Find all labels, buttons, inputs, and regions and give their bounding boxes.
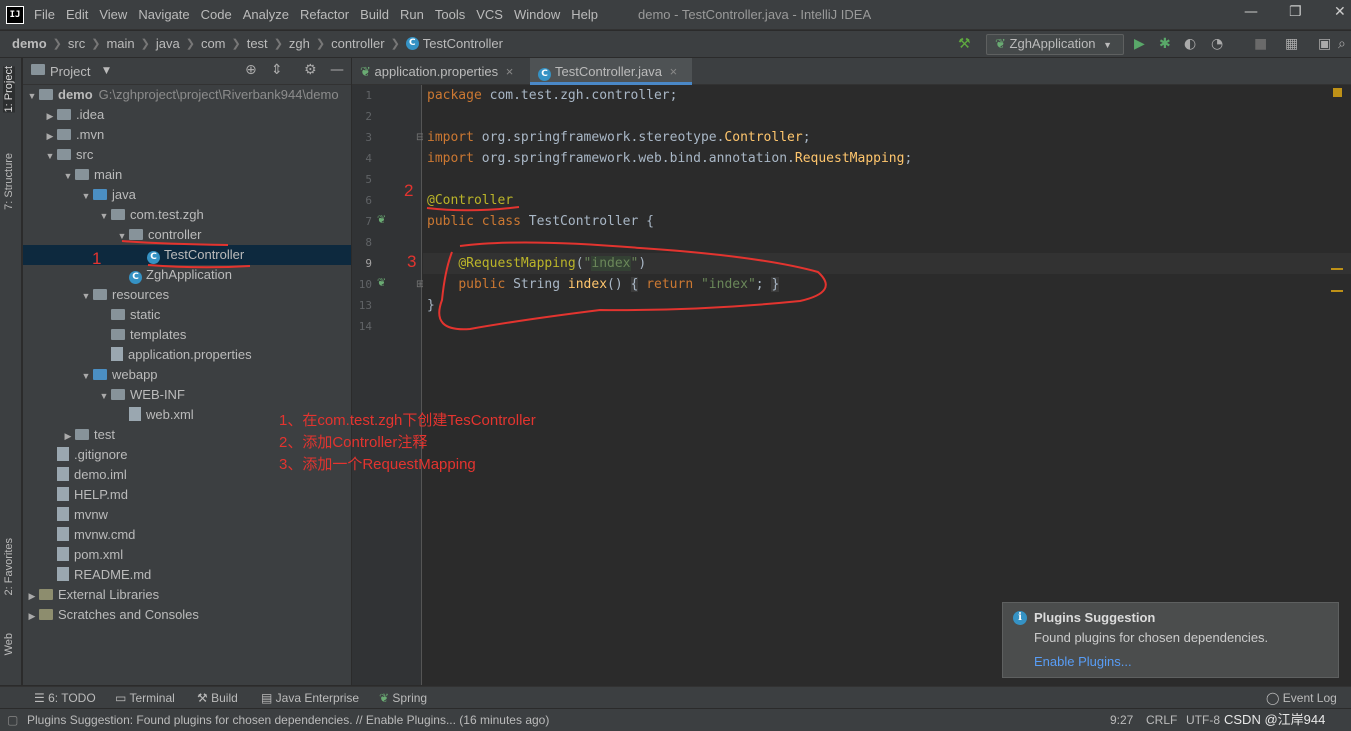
marker-1: 1 [92, 249, 102, 268]
status-bar: ▢ Plugins Suggestion: Found plugins for … [0, 708, 1351, 731]
terminal-tool-button[interactable]: ▭ Terminal [115, 691, 175, 705]
build-label: Build [211, 691, 238, 705]
spring-tool-button[interactable]: ❦ Spring [379, 691, 427, 705]
enable-plugins-link[interactable]: Enable Plugins... [1034, 654, 1132, 669]
underline-annotation [426, 206, 520, 212]
build-tool-button[interactable]: ⚒ Build [197, 691, 238, 705]
popup-title: Plugins Suggestion [1034, 610, 1156, 625]
marker-3: 3 [407, 252, 417, 271]
event-log-tool-button[interactable]: ◯ Event Log [1266, 691, 1337, 705]
java-enterprise-tool-button[interactable]: ▤ Java Enterprise [261, 691, 359, 705]
list-icon: ☰ [34, 691, 49, 705]
popup-body: Found plugins for chosen dependencies. [1034, 630, 1269, 645]
line-separator[interactable]: CRLF [1146, 713, 1177, 727]
spring-label: Spring [392, 691, 428, 705]
underline-testcontroller [147, 264, 251, 269]
info-icon: i [1013, 611, 1027, 625]
event-log-label: Event Log [1282, 691, 1337, 705]
note-line-2: 2、添加Controller注释 [279, 434, 428, 451]
java-enterprise-label: Java Enterprise [275, 691, 360, 705]
caret-position[interactable]: 9:27 [1110, 713, 1133, 727]
todo-tool-button[interactable]: ☰ 6: TODO [34, 691, 96, 705]
underline-controller [121, 240, 229, 246]
file-encoding[interactable]: UTF-8 [1186, 713, 1220, 727]
note-line-1: 1、在com.test.zgh下创建TesController [279, 412, 536, 429]
circle-requestmapping [438, 241, 827, 331]
tool-window-bar: ☰ 6: TODO ▭ Terminal ⚒ Build ▤ Java Ente… [0, 686, 1351, 708]
event-log-icon: ◯ [1266, 691, 1283, 705]
status-square-icon[interactable]: ▢ [7, 713, 18, 727]
marker-2: 2 [404, 181, 414, 200]
note-line-3: 3、添加一个RequestMapping [279, 456, 476, 473]
hammer-icon: ⚒ [197, 691, 212, 705]
csdn-watermark: CSDN @江岸944 [1224, 712, 1326, 727]
terminal-icon: ▭ [115, 691, 130, 705]
terminal-label: Terminal [129, 691, 175, 705]
status-message[interactable]: Plugins Suggestion: Found plugins for ch… [27, 713, 549, 727]
plugins-suggestion-popup: i Plugins Suggestion Found plugins for c… [1002, 602, 1339, 678]
todo-label: 6: TODO [48, 691, 96, 705]
spring-icon: ❦ [379, 691, 393, 705]
java-enterprise-icon: ▤ [261, 691, 276, 705]
